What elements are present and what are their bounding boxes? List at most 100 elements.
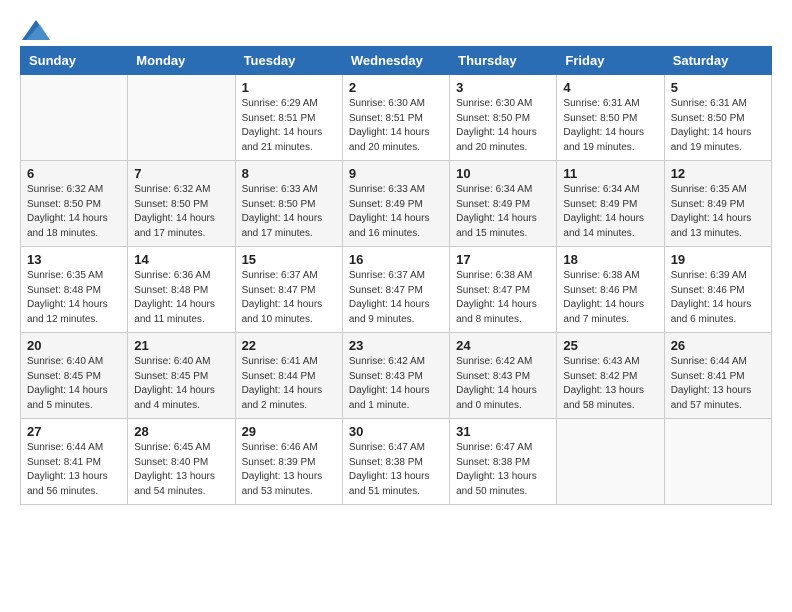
cell-info: Sunrise: 6:32 AMSunset: 8:50 PMDaylight:… [134, 183, 228, 241]
cell-info: Sunrise: 6:31 AMSunset: 8:50 PMDaylight:… [563, 97, 657, 155]
calendar-cell: 2 Sunrise: 6:30 AMSunset: 8:51 PMDaylight… [342, 75, 449, 161]
day-number: 11 [563, 166, 657, 181]
cell-info: Sunrise: 6:29 AMSunset: 8:51 PMDaylight:… [242, 97, 336, 155]
calendar-cell: 3 Sunrise: 6:30 AMSunset: 8:50 PMDaylight… [450, 75, 557, 161]
calendar-cell: 5 Sunrise: 6:31 AMSunset: 8:50 PMDaylight… [664, 75, 771, 161]
calendar-cell [21, 75, 128, 161]
day-number: 15 [242, 252, 336, 267]
cell-info: Sunrise: 6:47 AMSunset: 8:38 PMDaylight:… [456, 441, 550, 499]
calendar-cell: 29 Sunrise: 6:46 AMSunset: 8:39 PMDayligh… [235, 419, 342, 505]
calendar-table: SundayMondayTuesdayWednesdayThursdayFrid… [20, 46, 772, 505]
day-number: 5 [671, 80, 765, 95]
page-header [20, 20, 772, 36]
calendar-cell: 19Sunrise: 6:39 AMSunset: 8:46 PMDayligh… [664, 247, 771, 333]
calendar-cell: 17Sunrise: 6:38 AMSunset: 8:47 PMDayligh… [450, 247, 557, 333]
day-number: 27 [27, 424, 121, 439]
header-wednesday: Wednesday [342, 47, 449, 75]
header-saturday: Saturday [664, 47, 771, 75]
cell-info: Sunrise: 6:45 AMSunset: 8:40 PMDaylight:… [134, 441, 228, 499]
day-number: 6 [27, 166, 121, 181]
cell-info: Sunrise: 6:41 AMSunset: 8:44 PMDaylight:… [242, 355, 336, 413]
day-number: 2 [349, 80, 443, 95]
day-number: 24 [456, 338, 550, 353]
cell-info: Sunrise: 6:30 AMSunset: 8:50 PMDaylight:… [456, 97, 550, 155]
day-number: 26 [671, 338, 765, 353]
calendar-header-row: SundayMondayTuesdayWednesdayThursdayFrid… [21, 47, 772, 75]
calendar-cell: 23 Sunrise: 6:42 AMSunset: 8:43 PMDayligh… [342, 333, 449, 419]
calendar-cell: 24 Sunrise: 6:42 AMSunset: 8:43 PMDayligh… [450, 333, 557, 419]
cell-info: Sunrise: 6:37 AMSunset: 8:47 PMDaylight:… [349, 269, 443, 327]
day-number: 28 [134, 424, 228, 439]
cell-info: Sunrise: 6:35 AMSunset: 8:48 PMDaylight:… [27, 269, 121, 327]
cell-info: Sunrise: 6:47 AMSunset: 8:38 PMDaylight:… [349, 441, 443, 499]
day-number: 17 [456, 252, 550, 267]
day-number: 12 [671, 166, 765, 181]
day-number: 1 [242, 80, 336, 95]
calendar-cell: 20 Sunrise: 6:40 AMSunset: 8:45 PMDayligh… [21, 333, 128, 419]
day-number: 3 [456, 80, 550, 95]
cell-info: Sunrise: 6:46 AMSunset: 8:39 PMDaylight:… [242, 441, 336, 499]
day-number: 25 [563, 338, 657, 353]
calendar-week-row: 6 Sunrise: 6:32 AMSunset: 8:50 PMDaylight… [21, 161, 772, 247]
day-number: 4 [563, 80, 657, 95]
cell-info: Sunrise: 6:31 AMSunset: 8:50 PMDaylight:… [671, 97, 765, 155]
calendar-cell: 16 Sunrise: 6:37 AMSunset: 8:47 PMDayligh… [342, 247, 449, 333]
day-number: 23 [349, 338, 443, 353]
day-number: 18 [563, 252, 657, 267]
calendar-cell: 1 Sunrise: 6:29 AMSunset: 8:51 PMDaylight… [235, 75, 342, 161]
cell-info: Sunrise: 6:44 AMSunset: 8:41 PMDaylight:… [671, 355, 765, 413]
calendar-cell: 4 Sunrise: 6:31 AMSunset: 8:50 PMDaylight… [557, 75, 664, 161]
day-number: 10 [456, 166, 550, 181]
cell-info: Sunrise: 6:40 AMSunset: 8:45 PMDaylight:… [134, 355, 228, 413]
calendar-cell: 18 Sunrise: 6:38 AMSunset: 8:46 PMDayligh… [557, 247, 664, 333]
calendar-cell: 22 Sunrise: 6:41 AMSunset: 8:44 PMDayligh… [235, 333, 342, 419]
calendar-cell: 13 Sunrise: 6:35 AMSunset: 8:48 PMDayligh… [21, 247, 128, 333]
calendar-cell [557, 419, 664, 505]
day-number: 19 [671, 252, 765, 267]
day-number: 16 [349, 252, 443, 267]
calendar-cell [664, 419, 771, 505]
calendar-week-row: 20 Sunrise: 6:40 AMSunset: 8:45 PMDayligh… [21, 333, 772, 419]
day-number: 21 [134, 338, 228, 353]
cell-info: Sunrise: 6:33 AMSunset: 8:49 PMDaylight:… [349, 183, 443, 241]
day-number: 14 [134, 252, 228, 267]
cell-info: Sunrise: 6:34 AMSunset: 8:49 PMDaylight:… [456, 183, 550, 241]
calendar-week-row: 1 Sunrise: 6:29 AMSunset: 8:51 PMDaylight… [21, 75, 772, 161]
cell-info: Sunrise: 6:40 AMSunset: 8:45 PMDaylight:… [27, 355, 121, 413]
cell-info: Sunrise: 6:38 AMSunset: 8:46 PMDaylight:… [563, 269, 657, 327]
cell-info: Sunrise: 6:37 AMSunset: 8:47 PMDaylight:… [242, 269, 336, 327]
day-number: 8 [242, 166, 336, 181]
day-number: 7 [134, 166, 228, 181]
calendar-cell: 10 Sunrise: 6:34 AMSunset: 8:49 PMDayligh… [450, 161, 557, 247]
cell-info: Sunrise: 6:36 AMSunset: 8:48 PMDaylight:… [134, 269, 228, 327]
day-number: 13 [27, 252, 121, 267]
calendar-cell: 8 Sunrise: 6:33 AMSunset: 8:50 PMDaylight… [235, 161, 342, 247]
cell-info: Sunrise: 6:44 AMSunset: 8:41 PMDaylight:… [27, 441, 121, 499]
header-thursday: Thursday [450, 47, 557, 75]
cell-info: Sunrise: 6:43 AMSunset: 8:42 PMDaylight:… [563, 355, 657, 413]
cell-info: Sunrise: 6:32 AMSunset: 8:50 PMDaylight:… [27, 183, 121, 241]
day-number: 29 [242, 424, 336, 439]
header-tuesday: Tuesday [235, 47, 342, 75]
calendar-cell: 25 Sunrise: 6:43 AMSunset: 8:42 PMDayligh… [557, 333, 664, 419]
header-monday: Monday [128, 47, 235, 75]
cell-info: Sunrise: 6:42 AMSunset: 8:43 PMDaylight:… [456, 355, 550, 413]
day-number: 20 [27, 338, 121, 353]
calendar-cell: 7 Sunrise: 6:32 AMSunset: 8:50 PMDaylight… [128, 161, 235, 247]
cell-info: Sunrise: 6:30 AMSunset: 8:51 PMDaylight:… [349, 97, 443, 155]
cell-info: Sunrise: 6:35 AMSunset: 8:49 PMDaylight:… [671, 183, 765, 241]
header-friday: Friday [557, 47, 664, 75]
logo-icon [22, 20, 50, 40]
header-sunday: Sunday [21, 47, 128, 75]
calendar-cell: 21 Sunrise: 6:40 AMSunset: 8:45 PMDayligh… [128, 333, 235, 419]
day-number: 22 [242, 338, 336, 353]
calendar-cell: 30Sunrise: 6:47 AMSunset: 8:38 PMDayligh… [342, 419, 449, 505]
day-number: 9 [349, 166, 443, 181]
cell-info: Sunrise: 6:33 AMSunset: 8:50 PMDaylight:… [242, 183, 336, 241]
cell-info: Sunrise: 6:42 AMSunset: 8:43 PMDaylight:… [349, 355, 443, 413]
day-number: 31 [456, 424, 550, 439]
calendar-cell: 26 Sunrise: 6:44 AMSunset: 8:41 PMDayligh… [664, 333, 771, 419]
calendar-cell: 11Sunrise: 6:34 AMSunset: 8:49 PMDayligh… [557, 161, 664, 247]
calendar-cell: 28 Sunrise: 6:45 AMSunset: 8:40 PMDayligh… [128, 419, 235, 505]
calendar-week-row: 27 Sunrise: 6:44 AMSunset: 8:41 PMDayligh… [21, 419, 772, 505]
